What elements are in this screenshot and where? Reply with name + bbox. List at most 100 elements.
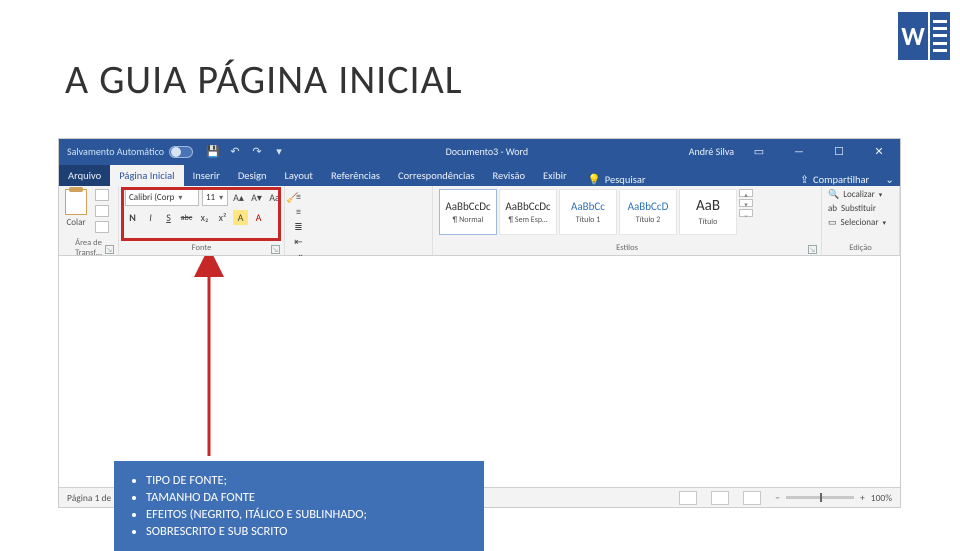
slide-title: A GUIA PÁGINA INICIAL: [65, 55, 463, 104]
find-label: Localizar: [843, 189, 875, 200]
user-name[interactable]: André Silva: [689, 145, 734, 158]
cut-icon[interactable]: [95, 189, 109, 201]
paste-label: Colar: [66, 217, 85, 228]
clipboard-icon: [65, 189, 87, 215]
change-case-icon[interactable]: Aa: [267, 190, 282, 205]
ribbon-opts-icon[interactable]: ▭: [744, 145, 774, 158]
find-icon: 🔍: [828, 189, 839, 200]
paste-button[interactable]: Colar: [65, 189, 87, 228]
strike-button[interactable]: abє: [179, 210, 194, 225]
minimize-icon[interactable]: —: [784, 145, 814, 158]
outdent-icon[interactable]: ⇤: [291, 234, 306, 249]
word-logo-icon: W: [898, 12, 950, 60]
font-color-icon[interactable]: A: [251, 210, 266, 225]
zoom-value[interactable]: 100%: [871, 492, 892, 504]
find-button[interactable]: 🔍 Localizar ▾: [828, 189, 882, 200]
chevron-down-icon: ▾: [879, 190, 883, 199]
superscript-button[interactable]: x²: [215, 210, 230, 225]
styles-gallery-more[interactable]: ▴▾⌄: [739, 189, 753, 217]
zoom-in-icon[interactable]: +: [860, 492, 865, 504]
style-name: Título: [699, 217, 718, 227]
style-no-spacing[interactable]: AaBbCcDc¶ Sem Esp…: [499, 189, 557, 235]
style-name: ¶ Sem Esp…: [508, 215, 547, 225]
save-icon[interactable]: 💾: [207, 146, 219, 158]
tab-mailings[interactable]: Correspondências: [389, 165, 483, 186]
autosave-toggle[interactable]: Salvamento Automático: [67, 145, 193, 158]
tab-file[interactable]: Arquivo: [59, 165, 110, 186]
document-area[interactable]: TIPO DE FONTE; TAMANHO DA FONTE EFEITOS …: [59, 256, 900, 487]
clipboard-dialog-icon[interactable]: ↘: [105, 245, 114, 254]
italic-button[interactable]: I: [143, 210, 158, 225]
toggle-icon[interactable]: [169, 146, 193, 158]
share-button[interactable]: ⇪ Compartilhar: [800, 173, 879, 186]
subscript-button[interactable]: x₂: [197, 210, 212, 225]
select-button[interactable]: ▭ Selecionar▾: [828, 217, 886, 228]
search-label: Pesquisar: [605, 173, 646, 186]
font-name-value: Calibri (Corp: [129, 192, 174, 203]
group-editing: 🔍Localizar▾ abSubstituir ▭Selecionar▾ Ed…: [822, 186, 900, 255]
collapse-ribbon-icon[interactable]: ⌄: [879, 173, 900, 186]
zoom-out-icon[interactable]: −: [775, 492, 780, 504]
read-mode-icon[interactable]: [679, 491, 697, 505]
styles-dialog-icon[interactable]: ↘: [808, 245, 817, 254]
maximize-icon[interactable]: ☐: [824, 145, 854, 158]
numbering-icon[interactable]: ≡: [291, 204, 306, 219]
zoom-slider[interactable]: − + 100%: [775, 492, 892, 504]
underline-button[interactable]: S: [161, 210, 176, 225]
close-icon[interactable]: ✕: [864, 145, 894, 158]
group-styles: AaBbCcDc¶ Normal AaBbCcDc¶ Sem Esp… AaBb…: [433, 186, 822, 255]
status-page[interactable]: Página 1 de 1: [67, 492, 118, 504]
bullets-icon[interactable]: ≡: [291, 189, 306, 204]
tell-me-search[interactable]: 💡 Pesquisar: [588, 173, 646, 186]
font-dialog-icon[interactable]: ↘: [271, 245, 280, 254]
replace-icon: ab: [828, 203, 837, 214]
tab-references[interactable]: Referências: [322, 165, 389, 186]
select-icon: ▭: [828, 217, 837, 228]
autosave-label: Salvamento Automático: [67, 145, 164, 158]
style-preview: AaBbCcDc: [445, 200, 490, 213]
callout-item: TIPO DE FONTE;: [146, 473, 478, 488]
style-title[interactable]: AaB Título: [679, 189, 737, 235]
style-name: Título 2: [636, 215, 661, 225]
tab-home[interactable]: Página Inicial: [110, 165, 183, 186]
select-label: Selecionar: [841, 217, 879, 228]
document-title: Documento3 - Word: [285, 145, 689, 158]
shrink-font-icon[interactable]: A▾: [249, 190, 264, 205]
tab-design[interactable]: Design: [229, 165, 276, 186]
tab-review[interactable]: Revisão: [484, 165, 535, 186]
replace-button[interactable]: ab Substituir: [828, 203, 876, 214]
web-layout-icon[interactable]: [743, 491, 761, 505]
zoom-track[interactable]: [786, 496, 854, 499]
format-painter-icon[interactable]: [95, 221, 109, 233]
tab-layout[interactable]: Layout: [276, 165, 322, 186]
style-name: Título 1: [576, 215, 601, 225]
styles-group-label: Estilos: [616, 243, 638, 253]
tab-insert[interactable]: Inserir: [184, 165, 229, 186]
style-normal[interactable]: AaBbCcDc¶ Normal: [439, 189, 497, 235]
style-preview: AaB: [696, 197, 720, 215]
font-name-combo[interactable]: Calibri (Corp▾: [125, 189, 199, 206]
print-layout-icon[interactable]: [711, 491, 729, 505]
chevron-down-icon: ▾: [882, 218, 886, 227]
grow-font-icon[interactable]: A▴: [231, 190, 246, 205]
qat-more-icon[interactable]: ▾: [273, 146, 285, 158]
share-label: Compartilhar: [813, 173, 869, 186]
word-window: Salvamento Automático 💾 ↶ ↷ ▾ Documento3…: [58, 138, 901, 508]
font-size-combo[interactable]: 11▾: [202, 189, 228, 206]
copy-icon[interactable]: [95, 205, 109, 217]
editing-group-label: Edição: [849, 243, 872, 253]
tab-view[interactable]: Exibir: [534, 165, 576, 186]
highlight-color-icon[interactable]: A: [233, 210, 248, 225]
arrow-annotation: [169, 256, 249, 466]
style-heading2[interactable]: AaBbCcD Título 2: [619, 189, 677, 235]
redo-icon[interactable]: ↷: [251, 146, 263, 158]
callout-item: SOBRESCRITO E SUB SCRITO: [146, 524, 478, 539]
replace-label: Substituir: [841, 203, 876, 214]
group-paragraph: ≡ ≡ ≣ ⇤ ⇥ ↕ ¶ ≡ ≡ ≡ ≡ ⧉ ◪ Parágrafo↘: [285, 186, 433, 255]
bold-button[interactable]: N: [125, 210, 140, 225]
share-icon: ⇪: [800, 173, 809, 186]
style-heading1[interactable]: AaBbCcTítulo 1: [559, 189, 617, 235]
undo-icon[interactable]: ↶: [229, 146, 241, 158]
multilevel-icon[interactable]: ≣: [291, 219, 306, 234]
style-preview: AaBbCcD: [628, 200, 669, 213]
